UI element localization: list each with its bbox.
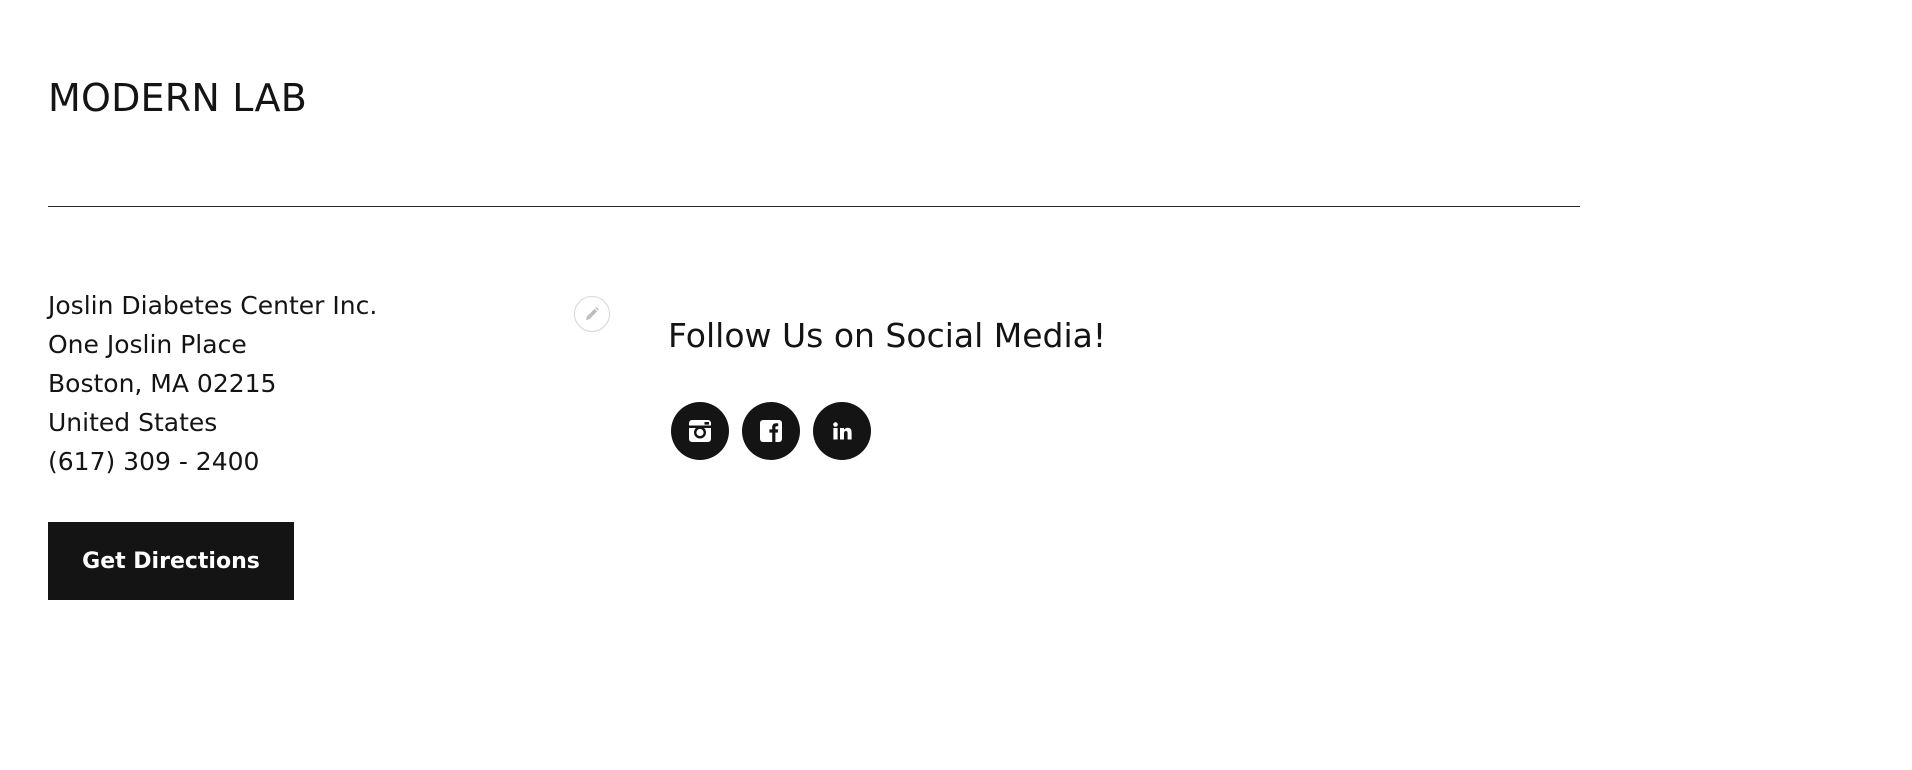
linkedin-icon [833,422,852,440]
address-line-organization: Joslin Diabetes Center Inc. [48,291,378,320]
edit-button[interactable] [574,296,610,332]
site-title: MODERN LAB [48,76,307,120]
address-line-street: One Joslin Place [48,330,247,359]
social-heading: Follow Us on Social Media! [668,316,1107,355]
page: MODERN LAB Joslin Diabetes Center Inc. O… [0,0,1912,770]
address-line-country: United States [48,408,218,437]
pencil-icon [586,307,599,320]
linkedin-link[interactable] [813,402,871,460]
address-line-phone[interactable]: (617) 309 - 2400 [48,442,377,481]
section-divider [48,206,1580,207]
social-links [671,402,871,460]
address-block: Joslin Diabetes Center Inc. One Joslin P… [48,286,377,481]
instagram-icon [689,420,711,442]
instagram-link[interactable] [671,402,729,460]
facebook-link[interactable] [742,402,800,460]
address-line-city: Boston, MA 02215 [48,369,277,398]
facebook-icon [760,420,782,442]
get-directions-button[interactable]: Get Directions [48,522,294,600]
